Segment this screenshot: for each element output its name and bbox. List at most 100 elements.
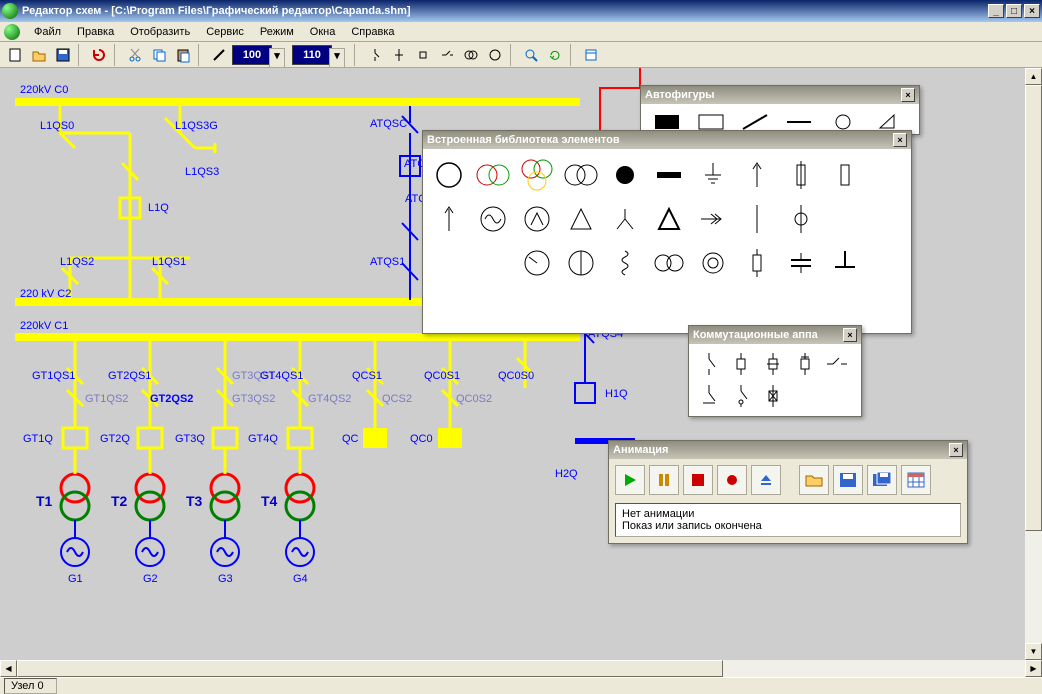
lib-split[interactable] <box>559 241 603 285</box>
save-anim-button[interactable] <box>833 465 863 495</box>
sw-disconnect[interactable] <box>693 348 725 380</box>
menu-file[interactable]: Файл <box>26 24 69 40</box>
stop-button[interactable] <box>683 465 713 495</box>
library-titlebar[interactable]: Встроенная библиотека элементов × <box>423 131 911 149</box>
lib-blank4[interactable] <box>427 285 471 329</box>
library-palette[interactable]: Встроенная библиотека элементов × <box>422 130 912 334</box>
sw-earth[interactable] <box>693 380 725 412</box>
save-all-button[interactable] <box>867 465 897 495</box>
lib-bar[interactable] <box>647 153 691 197</box>
menu-view[interactable]: Отобразить <box>122 24 198 40</box>
record-button[interactable] <box>717 465 747 495</box>
lib-blank1[interactable] <box>823 197 867 241</box>
breaker-icon[interactable] <box>412 44 434 66</box>
eject-button[interactable] <box>751 465 781 495</box>
sw-isolator[interactable] <box>757 380 789 412</box>
transformer-icon[interactable] <box>460 44 482 66</box>
line-button[interactable] <box>208 44 230 66</box>
maximize-button[interactable]: □ <box>1006 4 1022 18</box>
scroll-right-button[interactable]: ▶ <box>1025 660 1042 677</box>
lib-delta[interactable] <box>559 197 603 241</box>
lib-resistor[interactable] <box>735 241 779 285</box>
menu-help[interactable]: Справка <box>343 24 402 40</box>
lib-arrow-up2[interactable] <box>427 197 471 241</box>
sw-contactor[interactable] <box>821 348 853 380</box>
open-folder-button[interactable] <box>799 465 829 495</box>
switch1-icon[interactable] <box>364 44 386 66</box>
lib-ct[interactable] <box>779 197 823 241</box>
autoshapes-close-button[interactable]: × <box>901 88 915 102</box>
menu-service[interactable]: Сервис <box>198 24 252 40</box>
scroll-down-button[interactable]: ▼ <box>1025 643 1042 660</box>
lib-rect-empty[interactable] <box>823 153 867 197</box>
paste-button[interactable] <box>172 44 194 66</box>
save-button[interactable] <box>52 44 74 66</box>
scroll-left-button[interactable]: ◀ <box>0 660 17 677</box>
cut-button[interactable] <box>124 44 146 66</box>
lib-star[interactable] <box>603 197 647 241</box>
lib-double-arrow[interactable] <box>691 197 735 241</box>
lib-delta2[interactable] <box>647 197 691 241</box>
lib-blank2[interactable] <box>427 241 471 285</box>
sw-load2[interactable] <box>725 380 757 412</box>
lib-arrow-up[interactable] <box>735 153 779 197</box>
close-button[interactable]: × <box>1024 4 1040 18</box>
refresh-button[interactable] <box>88 44 110 66</box>
lib-blank6[interactable] <box>515 285 559 329</box>
label-g3: G3 <box>218 573 233 585</box>
minimize-button[interactable]: _ <box>988 4 1004 18</box>
autoshapes-palette[interactable]: Автофигуры × <box>640 85 920 135</box>
menu-edit[interactable]: Правка <box>69 24 122 40</box>
switchgear-close-button[interactable]: × <box>843 328 857 342</box>
linewidth-combo[interactable]: 100 <box>232 45 272 65</box>
lib-2circle-small[interactable] <box>647 241 691 285</box>
copy-button[interactable] <box>148 44 170 66</box>
lib-ground2[interactable] <box>823 241 867 285</box>
lib-sine[interactable] <box>471 197 515 241</box>
open-button[interactable] <box>28 44 50 66</box>
props-button[interactable] <box>580 44 602 66</box>
linestyle-combo[interactable]: 110 <box>292 45 332 65</box>
lib-disc[interactable] <box>603 153 647 197</box>
scroll-up-button[interactable]: ▲ <box>1025 68 1042 85</box>
lib-ctpair[interactable] <box>691 241 735 285</box>
lib-meter[interactable] <box>515 241 559 285</box>
play-button[interactable] <box>615 465 645 495</box>
lib-blank5[interactable] <box>471 285 515 329</box>
switchgear-palette[interactable]: Коммутационные аппа × <box>688 325 862 417</box>
label-g1: G1 <box>68 573 83 585</box>
rotate-button[interactable] <box>544 44 566 66</box>
disconnect-icon[interactable] <box>436 44 458 66</box>
lib-circle[interactable] <box>427 153 471 197</box>
lib-coil[interactable] <box>603 241 647 285</box>
lib-3winding[interactable] <box>515 153 559 197</box>
lib-fuse[interactable] <box>779 153 823 197</box>
zoom-button[interactable] <box>520 44 542 66</box>
menu-mode[interactable]: Режим <box>252 24 302 40</box>
lib-ground[interactable] <box>691 153 735 197</box>
sw-breaker2[interactable] <box>757 348 789 380</box>
lib-demand[interactable] <box>515 197 559 241</box>
lib-capacitor[interactable] <box>779 241 823 285</box>
sw-breaker[interactable] <box>725 348 757 380</box>
vertical-scrollbar[interactable]: ▲ ▼ <box>1025 68 1042 660</box>
switch2-icon[interactable] <box>388 44 410 66</box>
lib-blank3[interactable] <box>471 241 515 285</box>
sw-load[interactable] <box>789 348 821 380</box>
autoshapes-titlebar[interactable]: Автофигуры × <box>641 86 919 104</box>
anim-status2: Показ или запись окончена <box>622 520 954 532</box>
animation-titlebar[interactable]: Анимация × <box>609 441 967 459</box>
calendar-button[interactable] <box>901 465 931 495</box>
lib-reactor[interactable] <box>735 197 779 241</box>
horizontal-scrollbar[interactable]: ◀ ▶ <box>0 660 1042 677</box>
lib-2circle[interactable] <box>559 153 603 197</box>
generator-icon[interactable] <box>484 44 506 66</box>
lib-2winding[interactable] <box>471 153 515 197</box>
pause-button[interactable] <box>649 465 679 495</box>
library-close-button[interactable]: × <box>893 133 907 147</box>
animation-palette[interactable]: Анимация × Нет анимации Показ или запись… <box>608 440 968 544</box>
new-button[interactable] <box>4 44 26 66</box>
animation-close-button[interactable]: × <box>949 443 963 457</box>
switchgear-titlebar[interactable]: Коммутационные аппа × <box>689 326 861 344</box>
menu-windows[interactable]: Окна <box>302 24 344 40</box>
